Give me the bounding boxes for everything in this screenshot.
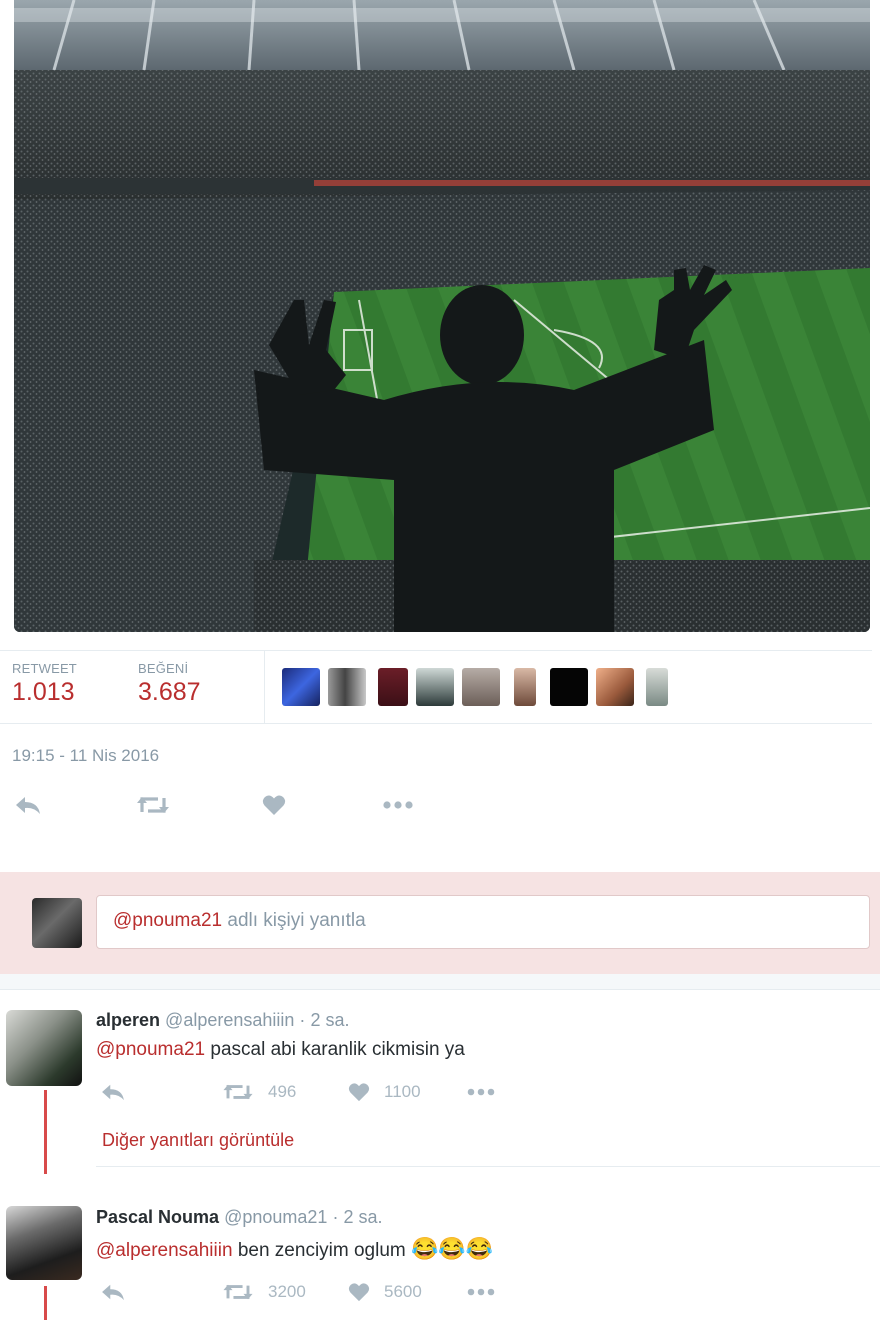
retweet-button[interactable]: 3200 (222, 1282, 306, 1302)
reply-button[interactable] (14, 794, 42, 816)
current-user-avatar (32, 898, 82, 948)
reply-author-handle[interactable]: @alperensahiiin (165, 1010, 294, 1030)
reply-avatar[interactable] (6, 1010, 82, 1086)
thread-line (44, 1090, 47, 1174)
reply-body: ben zenciyim oglum (232, 1240, 412, 1261)
liker-avatar[interactable] (328, 668, 366, 706)
reply-header: alperen @alperensahiiin · 2 sa. (96, 1010, 349, 1031)
more-button[interactable] (466, 1082, 496, 1102)
retweet-button[interactable]: 496 (222, 1082, 296, 1102)
liker-avatar[interactable] (514, 668, 536, 706)
heart-icon (348, 1283, 370, 1302)
like-stat[interactable]: BEĞENİ 3.687 (138, 661, 201, 707)
reply-separator (96, 1166, 880, 1167)
reply-body: pascal abi karanlik cikmisin ya (205, 1039, 465, 1060)
separator-dot: · (332, 1207, 339, 1227)
like-count: 5600 (384, 1282, 422, 1301)
reply-header: Pascal Nouma @pnouma21 · 2 sa. (96, 1207, 382, 1228)
more-dots-icon (467, 1088, 495, 1096)
reply-text: @alperensahiiin ben zenciyim oglum 😂😂😂 (96, 1236, 493, 1262)
tweet-actions (0, 790, 880, 824)
liker-avatar[interactable] (378, 668, 408, 706)
retweet-icon (223, 1284, 253, 1300)
reply-author-handle[interactable]: @pnouma21 (224, 1207, 327, 1227)
retweet-icon (223, 1084, 253, 1100)
heart-icon (348, 1083, 370, 1102)
retweet-label: RETWEET (12, 661, 77, 676)
more-dots-icon (383, 801, 413, 809)
reply-placeholder: adlı kişiyi yanıtla (222, 910, 366, 931)
like-button[interactable]: 5600 (348, 1282, 422, 1302)
laughing-emoji-icon: 😂😂😂 (411, 1236, 494, 1261)
reply-mention: @pnouma21 (113, 910, 223, 931)
retweet-count: 1.013 (12, 678, 75, 706)
reply-mention-link[interactable]: @alperensahiiin (96, 1240, 233, 1261)
reply-icon (102, 1284, 124, 1301)
reply-input[interactable]: @pnouma21 adlı kişiyi yanıtla (96, 895, 870, 949)
liker-avatar[interactable] (416, 668, 454, 706)
reply-icon (16, 797, 40, 814)
reply-actions: 3200 5600 (96, 1282, 856, 1308)
like-button[interactable]: 1100 (348, 1082, 421, 1102)
tweet-photo[interactable] (14, 0, 870, 632)
retweet-icon (137, 797, 169, 813)
reply-composer: @pnouma21 adlı kişiyi yanıtla (0, 872, 880, 974)
reply-text: @pnouma21 pascal abi karanlik cikmisin y… (96, 1039, 465, 1061)
liker-avatar[interactable] (596, 668, 634, 706)
reply-actions: 496 1100 (96, 1082, 856, 1108)
reply-time[interactable]: 2 sa. (310, 1010, 349, 1030)
reply-button[interactable] (100, 1282, 126, 1302)
separator-dot: · (299, 1010, 306, 1030)
stats-divider (264, 651, 265, 723)
thread-line (44, 1286, 47, 1320)
reply-author-name[interactable]: alperen (96, 1010, 160, 1030)
reply-icon (102, 1084, 124, 1101)
reply-avatar[interactable] (6, 1206, 82, 1280)
more-dots-icon (467, 1288, 495, 1296)
like-count: 3.687 (138, 678, 201, 706)
retweet-stat[interactable]: RETWEET 1.013 (12, 661, 77, 707)
reply-button[interactable] (100, 1082, 126, 1102)
more-button[interactable] (466, 1282, 496, 1302)
liker-avatar[interactable] (550, 668, 588, 706)
liker-avatar[interactable] (646, 668, 668, 706)
reply-author-name[interactable]: Pascal Nouma (96, 1207, 219, 1227)
retweet-count: 3200 (268, 1282, 306, 1301)
tweet-timestamp[interactable]: 19:15 - 11 Nis 2016 (12, 746, 159, 766)
like-button[interactable] (262, 794, 286, 816)
retweet-count: 496 (268, 1082, 297, 1101)
reply-mention-link[interactable]: @pnouma21 (96, 1039, 205, 1060)
stadium-photo (14, 0, 870, 632)
reply-time[interactable]: 2 sa. (343, 1207, 382, 1227)
tweet-stats: RETWEET 1.013 BEĞENİ 3.687 (0, 650, 872, 724)
liker-avatar[interactable] (282, 668, 320, 706)
more-button[interactable] (382, 794, 414, 816)
liker-avatar[interactable] (462, 668, 500, 706)
retweet-button[interactable] (136, 794, 170, 816)
heart-icon (262, 795, 286, 815)
like-label: BEĞENİ (138, 661, 189, 676)
composer-divider (0, 974, 880, 990)
like-count: 1100 (384, 1082, 421, 1101)
view-more-replies-link[interactable]: Diğer yanıtları görüntüle (102, 1130, 294, 1151)
